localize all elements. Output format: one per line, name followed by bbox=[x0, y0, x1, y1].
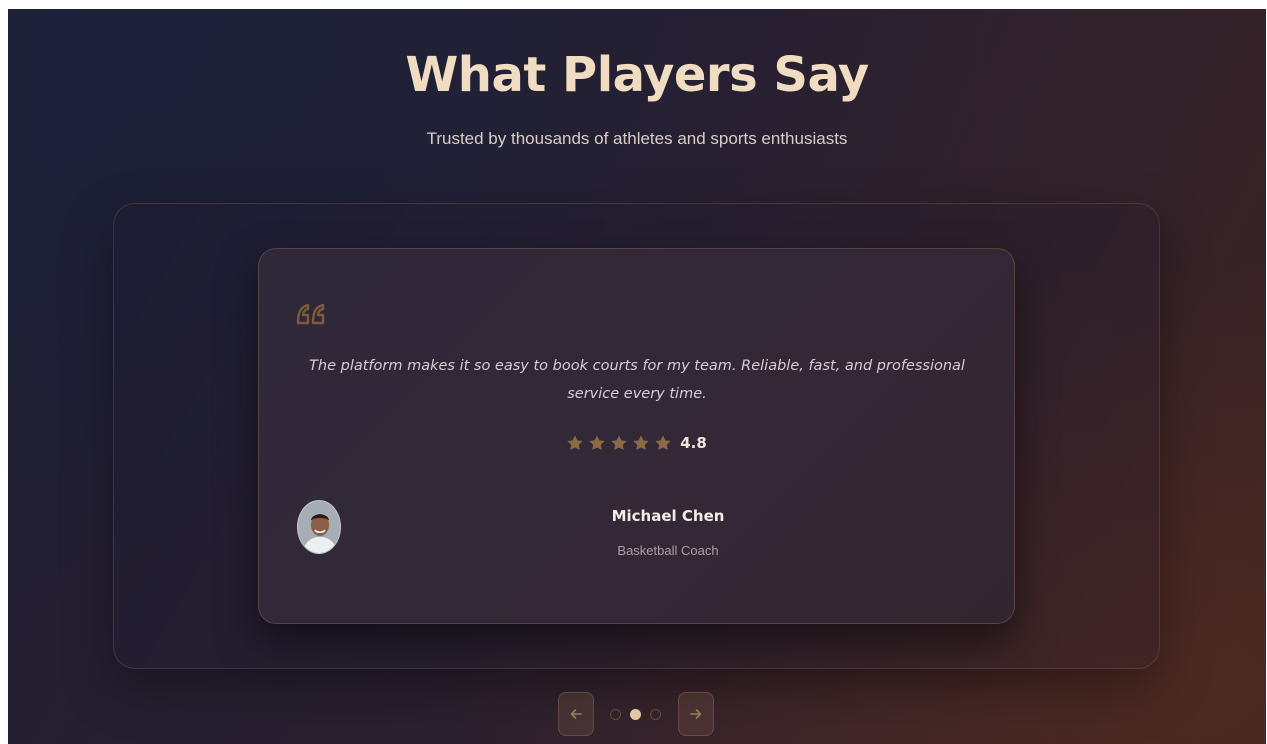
arrow-right-icon bbox=[690, 709, 702, 719]
next-button[interactable] bbox=[678, 692, 714, 736]
rating-value: 4.8 bbox=[680, 434, 707, 452]
star-icon bbox=[589, 435, 605, 451]
carousel-dot[interactable] bbox=[610, 709, 621, 720]
previous-button[interactable] bbox=[558, 692, 594, 736]
star-icon bbox=[633, 435, 649, 451]
carousel-dot-active[interactable] bbox=[630, 709, 641, 720]
star-icon bbox=[611, 435, 627, 451]
section-title: What Players Say bbox=[405, 47, 869, 103]
arrow-left-icon bbox=[570, 709, 582, 719]
quote-icon bbox=[296, 303, 325, 325]
testimonial-card: The platform makes it so easy to book co… bbox=[258, 248, 1015, 624]
star-icon bbox=[655, 435, 671, 451]
testimonial-quote: The platform makes it so easy to book co… bbox=[309, 358, 965, 402]
star-icon bbox=[567, 435, 583, 451]
author-name: Michael Chen bbox=[611, 507, 725, 525]
carousel-dot[interactable] bbox=[650, 709, 661, 720]
testimonials-section: What Players Say Trusted by thousands of… bbox=[8, 9, 1266, 744]
section-subtitle: Trusted by thousands of athletes and spo… bbox=[426, 129, 848, 148]
author-role: Basketball Coach bbox=[617, 543, 719, 558]
rating: 4.8 bbox=[259, 434, 1014, 452]
